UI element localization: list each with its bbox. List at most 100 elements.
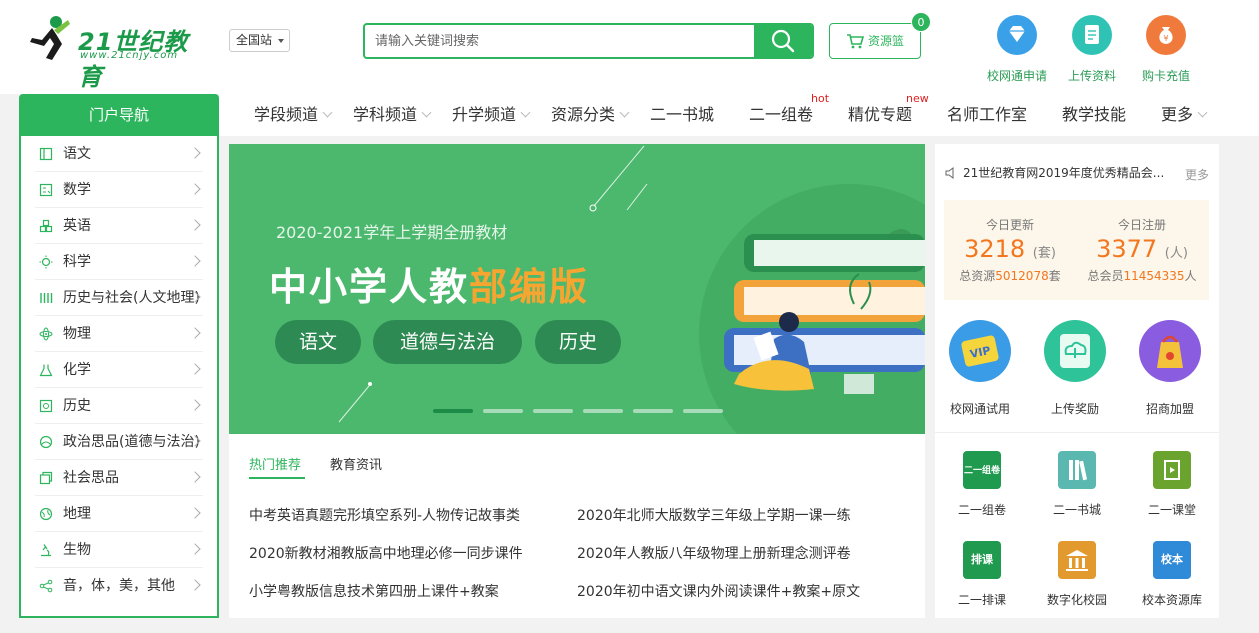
sidebar-item-label: 化学: [63, 362, 91, 378]
nav-item-label: 精优专题: [848, 105, 913, 124]
stat-total: 总资源5012078套: [944, 267, 1076, 284]
tile-upload-reward[interactable]: 上传奖励: [1030, 320, 1120, 417]
quick-link-recharge[interactable]: ¥ 购卡充值: [1126, 15, 1206, 84]
nav-item-teacher-studio[interactable]: 名师工作室: [947, 94, 1027, 136]
news-link[interactable]: 2020年初中语文课内外阅读课件+教案+原文: [577, 581, 860, 601]
tile-bookstore[interactable]: 二一书城: [1032, 451, 1122, 518]
notice-more-link[interactable]: 更多: [1185, 166, 1209, 183]
tile-school-resources[interactable]: 校本 校本资源库: [1127, 541, 1217, 608]
flask-icon: [39, 364, 53, 377]
sidebar-item-label: 历史与社会(人文地理): [63, 290, 200, 306]
stat-unit: (套): [1032, 246, 1056, 261]
sidebar-item-geography[interactable]: 地理: [35, 496, 203, 532]
banner-pill-morality[interactable]: 道德与法治: [373, 320, 522, 364]
search-button[interactable]: [754, 25, 812, 57]
gift-bag-icon: [1139, 320, 1201, 382]
carousel-dot[interactable]: [483, 409, 523, 413]
carousel-dot[interactable]: [633, 409, 673, 413]
sidebar-item-chemistry[interactable]: 化学: [35, 352, 203, 388]
quick-link-campus-apply[interactable]: 校网通申请: [977, 15, 1057, 84]
columns-icon: [40, 293, 53, 303]
sidebar-item-math[interactable]: 数学: [35, 172, 203, 208]
tile-label: 招商加盟: [1145, 402, 1194, 416]
news-link[interactable]: 2020年北师大版数学三年级上学期一课一练: [577, 505, 851, 525]
stat-label: 今日注册: [1117, 218, 1166, 232]
news-link[interactable]: 中考英语真题完形填空系列-人物传记故事类: [249, 505, 520, 525]
carousel-dot[interactable]: [433, 409, 473, 413]
icon-text: 校本: [1161, 553, 1183, 566]
carousel-dot[interactable]: [583, 409, 623, 413]
sidebar-item-label: 数学: [63, 182, 91, 198]
stat-total-value: 11454335: [1123, 269, 1185, 283]
stat-today-update: 今日更新 3218 (套) 总资源5012078套: [944, 200, 1076, 284]
carousel-dot[interactable]: [683, 409, 723, 413]
carousel-dot[interactable]: [533, 409, 573, 413]
sidebar-item-english[interactable]: 英语: [35, 208, 203, 244]
sidebar-item-other[interactable]: 音，体，美，其他: [35, 568, 203, 604]
news-link[interactable]: 小学粤教版信息技术第四册上课件+教案: [249, 581, 499, 601]
banner-pill-history[interactable]: 历史: [535, 320, 621, 364]
nav-item-bookstore[interactable]: 二一书城: [650, 94, 714, 136]
nav-item-topics[interactable]: 精优专题 new: [848, 92, 929, 136]
stat-total-value: 5012078: [995, 269, 1049, 283]
quick-link-upload[interactable]: 上传资料: [1052, 15, 1132, 84]
hero-banner[interactable]: 2020-2021学年上学期全册教材 中小学人教部编版 语文 道德与法治 历史: [229, 144, 925, 434]
nav-item-label: 资源分类: [551, 105, 616, 124]
resource-basket-button[interactable]: 资源篮: [829, 23, 921, 59]
tile-classroom[interactable]: 二一课堂: [1127, 451, 1217, 518]
tile-campus-trial[interactable]: VIP 校网通试用: [935, 320, 1025, 417]
books-icon: [1058, 451, 1096, 489]
stat-number: 3218: [964, 235, 1026, 263]
notice-bar[interactable]: 21世纪教育网2019年度优秀精品会...: [945, 164, 1164, 181]
sidebar-item-biology[interactable]: 生物: [35, 532, 203, 568]
atom-icon: [39, 327, 53, 341]
site-logo[interactable]: 21世纪教育 www.21cnjy.com: [24, 12, 209, 91]
sidebar-item-physics[interactable]: 物理: [35, 316, 203, 352]
earth-icon: [39, 507, 53, 521]
sidebar-item-label: 政治思品(道德与法治): [63, 434, 200, 450]
nav-item-resources[interactable]: 资源分类: [551, 94, 630, 136]
chevron-right-icon: [189, 255, 201, 267]
sidebar-item-history[interactable]: 历史: [35, 388, 203, 424]
tile-digital-campus[interactable]: 数字化校园: [1032, 541, 1122, 608]
nav-item-paper[interactable]: 二一组卷 hot: [749, 92, 829, 136]
stat-total-unit: 套: [1048, 269, 1061, 283]
sidebar-item-chinese[interactable]: 语文: [35, 136, 203, 172]
tile-franchise[interactable]: 招商加盟: [1125, 320, 1215, 417]
nav-item-more[interactable]: 更多: [1161, 94, 1208, 136]
search-input[interactable]: [365, 25, 755, 57]
main-nav: 学段频道 学科频道 升学频道 资源分类 二一书城 二一组卷 hot 精优专题 new…: [219, 92, 1259, 136]
nav-item-subject[interactable]: 学科频道: [353, 94, 432, 136]
tile-label: 校网通试用: [949, 402, 1010, 416]
stats-box: 今日更新 3218 (套) 总资源5012078套 今日注册 3377 (人) …: [944, 200, 1209, 300]
nav-item-exam[interactable]: 升学频道: [452, 94, 531, 136]
site-select[interactable]: 全国站: [229, 29, 290, 52]
calculator-icon: [39, 183, 53, 197]
nav-item-label: 升学频道: [452, 105, 517, 124]
building-icon: [1058, 541, 1096, 579]
news-link[interactable]: 2020新教材湘教版高中地理必修一同步课件: [249, 543, 523, 563]
stat-total-label: 总资源: [959, 269, 996, 283]
right-panel: 21世纪教育网2019年度优秀精品会... 更多 今日更新 3218 (套) 总…: [935, 144, 1219, 618]
tile-schedule[interactable]: 排课 二一排课: [937, 541, 1027, 608]
banner-pill-chinese[interactable]: 语文: [275, 320, 361, 364]
nav-item-stage[interactable]: 学段频道: [254, 94, 333, 136]
banner-subtitle: 2020-2021学年上学期全册教材: [276, 223, 508, 242]
sidebar-item-label: 英语: [63, 218, 91, 234]
nav-item-label: 教学技能: [1062, 105, 1127, 124]
sidebar-item-label: 物理: [63, 326, 91, 342]
tab-hot-recommend[interactable]: 热门推荐: [249, 454, 301, 473]
tab-education-news[interactable]: 教育资讯: [330, 454, 382, 473]
diamond-icon: [997, 15, 1037, 55]
book-icon: [39, 147, 53, 161]
nav-item-label: 二一书城: [650, 105, 715, 124]
sidebar-item-science[interactable]: 科学: [35, 244, 203, 280]
nav-item-skills[interactable]: 教学技能: [1062, 94, 1126, 136]
sidebar-item-politics[interactable]: 政治思品(道德与法治): [35, 424, 203, 460]
stat-number: 3377: [1096, 235, 1158, 263]
sidebar-item-label: 科学: [63, 254, 91, 270]
sidebar-item-social[interactable]: 社会思品: [35, 460, 203, 496]
sidebar-item-history-society[interactable]: 历史与社会(人文地理): [35, 280, 203, 316]
news-link[interactable]: 2020年人教版八年级物理上册新理念测评卷: [577, 543, 851, 563]
tile-paper[interactable]: 二一组卷 二一组卷: [937, 451, 1027, 518]
